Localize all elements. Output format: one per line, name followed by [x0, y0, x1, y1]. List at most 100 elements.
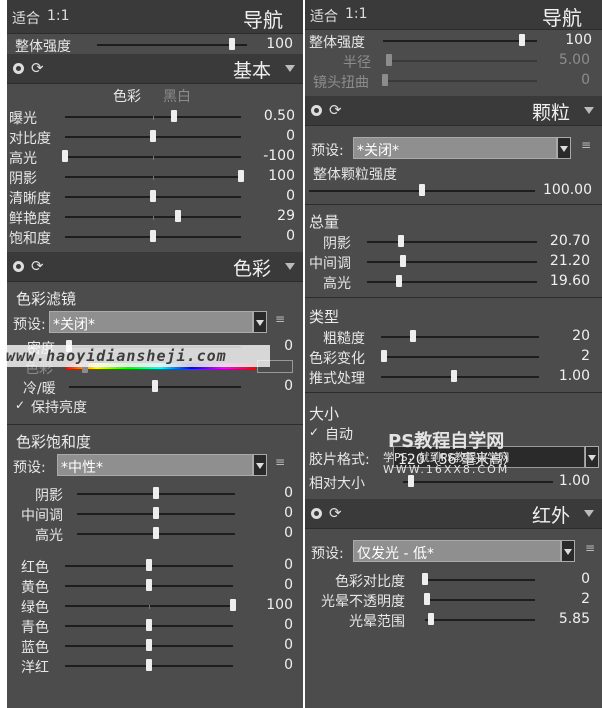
slider-thumb[interactable]: [398, 235, 404, 247]
reset-icon[interactable]: ⟳: [31, 257, 44, 275]
slider-value[interactable]: 0: [581, 571, 590, 587]
slider-value[interactable]: 100: [266, 36, 293, 52]
slider-track[interactable]: [381, 356, 539, 358]
dropdown-arrow-icon[interactable]: [557, 137, 571, 159]
slider-value[interactable]: 100.00: [543, 182, 592, 198]
zoom-1to1-option[interactable]: 1:1: [345, 6, 368, 22]
zoom-fit-option[interactable]: 适合: [12, 8, 40, 28]
slider-value[interactable]: 0: [286, 188, 295, 204]
saturation-preset-select[interactable]: *中性*: [57, 454, 253, 476]
slider-thumb[interactable]: [150, 130, 156, 142]
auto-checkbox[interactable]: ✓: [309, 426, 321, 438]
slider-value[interactable]: 0: [284, 617, 293, 633]
reset-icon[interactable]: ⟳: [329, 101, 342, 119]
slider-value[interactable]: 19.60: [550, 273, 590, 289]
slider-track[interactable]: [381, 336, 539, 338]
slider-value[interactable]: 0: [284, 338, 293, 354]
infrared-preset-select[interactable]: 仅发光 - 低*: [353, 540, 561, 562]
slider-value[interactable]: 0: [284, 505, 293, 521]
slider-value[interactable]: 100: [268, 168, 295, 184]
slider-value[interactable]: 0: [284, 525, 293, 541]
slider-thumb[interactable]: [146, 659, 152, 671]
slider-thumb[interactable]: [174, 210, 181, 222]
enable-toggle-icon[interactable]: [13, 261, 24, 272]
slider-thumb[interactable]: [381, 350, 388, 362]
enable-toggle-icon[interactable]: [311, 105, 322, 116]
slider-thumb[interactable]: [150, 230, 156, 242]
zoom-fit-option[interactable]: 适合: [310, 6, 338, 26]
slider-thumb[interactable]: [152, 380, 158, 392]
slider-thumb[interactable]: [419, 184, 425, 196]
tab-black-white[interactable]: 黑白: [163, 86, 191, 106]
slider-value[interactable]: 0: [284, 378, 293, 394]
slider-value[interactable]: 0.50: [264, 108, 295, 124]
reset-icon[interactable]: ⟳: [31, 59, 44, 77]
slider-value[interactable]: 0: [284, 637, 293, 653]
slider-value[interactable]: 1.00: [559, 368, 590, 384]
slider-track[interactable]: [367, 241, 537, 243]
slider-value[interactable]: 1.00: [559, 473, 590, 489]
slider-value[interactable]: 20.70: [550, 233, 590, 249]
tab-color[interactable]: 色彩: [113, 86, 141, 106]
infrared-panel-header[interactable]: ⟳ 红外: [305, 499, 602, 529]
slider-track[interactable]: [367, 281, 537, 283]
slider-track[interactable]: [367, 261, 537, 263]
slider-thumb[interactable]: [153, 487, 159, 499]
dropdown-arrow-icon[interactable]: [585, 446, 599, 468]
enable-toggle-icon[interactable]: [311, 508, 322, 519]
slider-value[interactable]: 100: [565, 32, 592, 48]
slider-track[interactable]: [425, 579, 535, 581]
slider-value[interactable]: 5.00: [559, 52, 590, 68]
preset-menu-icon[interactable]: ≡: [275, 455, 285, 469]
slider-track[interactable]: [381, 376, 539, 378]
collapse-triangle-icon[interactable]: [584, 107, 594, 114]
dropdown-arrow-icon[interactable]: [561, 540, 575, 562]
slider-value[interactable]: 0: [286, 128, 295, 144]
slider-track[interactable]: [383, 40, 537, 42]
slider-value[interactable]: 0: [284, 557, 293, 573]
zoom-1to1-option[interactable]: 1:1: [47, 8, 70, 24]
slider-value[interactable]: 0: [286, 228, 295, 244]
grain-panel-header[interactable]: ⟳ 颗粒: [305, 96, 602, 126]
slider-thumb[interactable]: [238, 170, 244, 182]
slider-value[interactable]: 0: [284, 577, 293, 593]
collapse-triangle-icon[interactable]: [285, 65, 295, 72]
slider-thumb[interactable]: [399, 255, 406, 267]
slider-thumb[interactable]: [422, 573, 428, 585]
slider-thumb[interactable]: [146, 579, 152, 591]
slider-track[interactable]: [97, 44, 247, 46]
navigator-header[interactable]: 适合 1:1 导航: [305, 0, 602, 30]
slider-value[interactable]: 100: [266, 597, 293, 613]
slider-value[interactable]: 0: [284, 657, 293, 673]
slider-thumb[interactable]: [230, 599, 236, 611]
slider-value[interactable]: 2: [581, 591, 590, 607]
grain-preset-select[interactable]: *关闭*: [353, 137, 557, 159]
slider-track[interactable]: [403, 481, 553, 483]
slider-value[interactable]: 5.85: [559, 611, 590, 627]
slider-thumb[interactable]: [150, 190, 156, 202]
preset-menu-icon[interactable]: ≡: [581, 138, 591, 152]
slider-thumb[interactable]: [386, 54, 392, 66]
collapse-triangle-icon[interactable]: [285, 263, 295, 270]
preset-menu-icon[interactable]: ≡: [585, 541, 595, 555]
dropdown-arrow-icon[interactable]: [253, 311, 267, 333]
slider-thumb[interactable]: [396, 275, 403, 287]
navigator-header[interactable]: 适合 1:1 导航: [7, 0, 303, 34]
slider-track[interactable]: [385, 80, 537, 82]
slider-thumb[interactable]: [153, 527, 159, 539]
enable-toggle-icon[interactable]: [13, 63, 24, 74]
slider-track[interactable]: [425, 619, 535, 621]
slider-thumb[interactable]: [146, 619, 152, 631]
slider-value[interactable]: 20: [572, 328, 590, 344]
slider-thumb[interactable]: [229, 38, 235, 50]
slider-value[interactable]: 29: [277, 208, 295, 224]
slider-thumb[interactable]: [427, 613, 434, 625]
slider-thumb[interactable]: [146, 559, 152, 571]
slider-track[interactable]: [425, 599, 535, 601]
slider-thumb[interactable]: [409, 330, 416, 342]
slider-thumb[interactable]: [146, 639, 152, 651]
preset-menu-icon[interactable]: ≡: [275, 312, 285, 326]
slider-thumb[interactable]: [153, 507, 159, 519]
slider-track[interactable]: [389, 60, 537, 62]
collapse-triangle-icon[interactable]: [584, 510, 594, 517]
